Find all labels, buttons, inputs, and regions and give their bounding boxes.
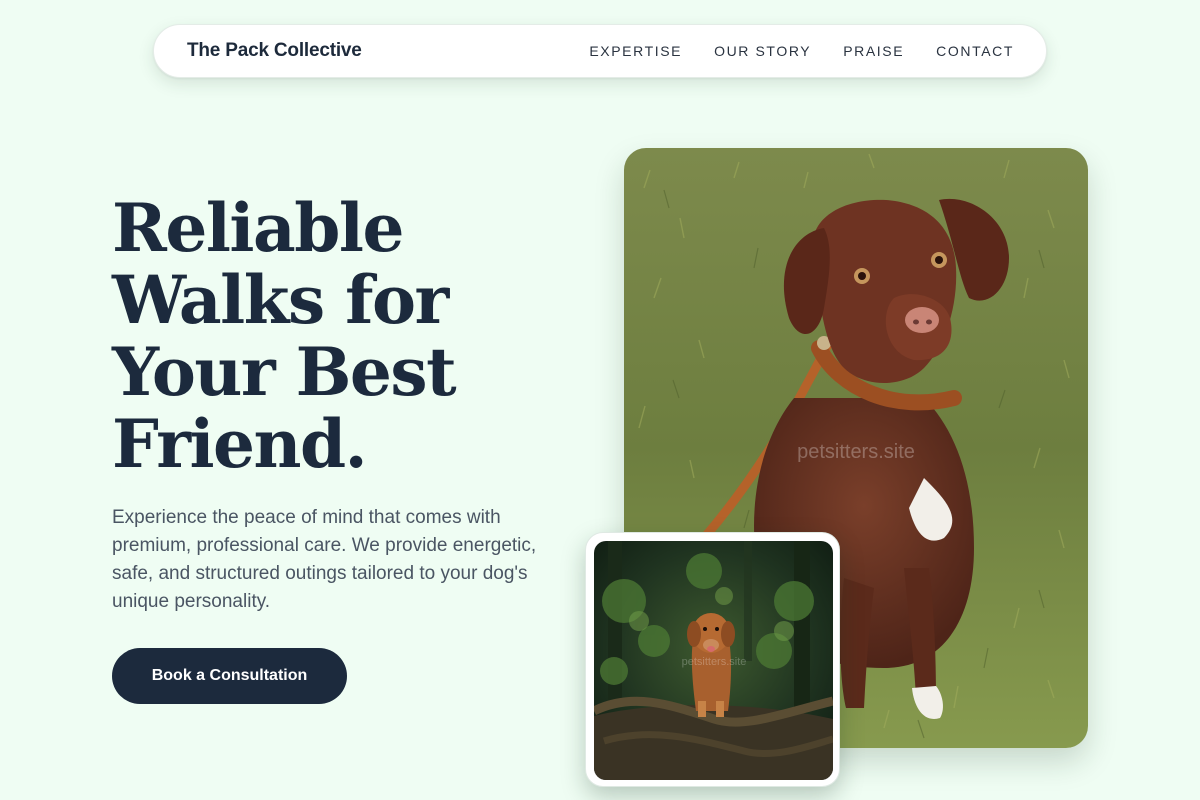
hero-title-line: Friend. — [112, 405, 368, 483]
brand-logo-text[interactable]: The Pack Collective — [187, 40, 362, 62]
book-consultation-button[interactable]: Book a Consultation — [112, 648, 347, 704]
hero-title-line: Walks for — [112, 261, 449, 339]
watermark-text: petsitters.site — [797, 441, 915, 463]
secondary-photo-card: petsitters.site — [585, 532, 840, 787]
secondary-photo-forest-dog: petsitters.site — [594, 541, 833, 780]
nav-link-expertise[interactable]: EXPERTISE — [589, 43, 682, 59]
nav-links: EXPERTISE OUR STORY PRAISE CONTACT — [589, 43, 1014, 59]
hero-description: Experience the peace of mind that comes … — [112, 507, 537, 612]
nav-link-our-story[interactable]: OUR STORY — [714, 43, 811, 59]
watermark-text: petsitters.site — [682, 656, 747, 668]
nav-link-praise[interactable]: PRAISE — [843, 43, 904, 59]
top-nav-bar: The Pack Collective EXPERTISE OUR STORY … — [153, 24, 1047, 78]
nav-link-contact[interactable]: CONTACT — [936, 43, 1014, 59]
hero-title-line: Your Best — [112, 333, 457, 411]
hero-title-line: Reliable — [112, 189, 404, 267]
landing-page: The Pack Collective EXPERTISE OUR STORY … — [0, 0, 1200, 800]
forest-dog-illustration: petsitters.site — [594, 541, 833, 780]
hero-title: Reliable Walks for Your Best Friend. — [112, 192, 572, 480]
